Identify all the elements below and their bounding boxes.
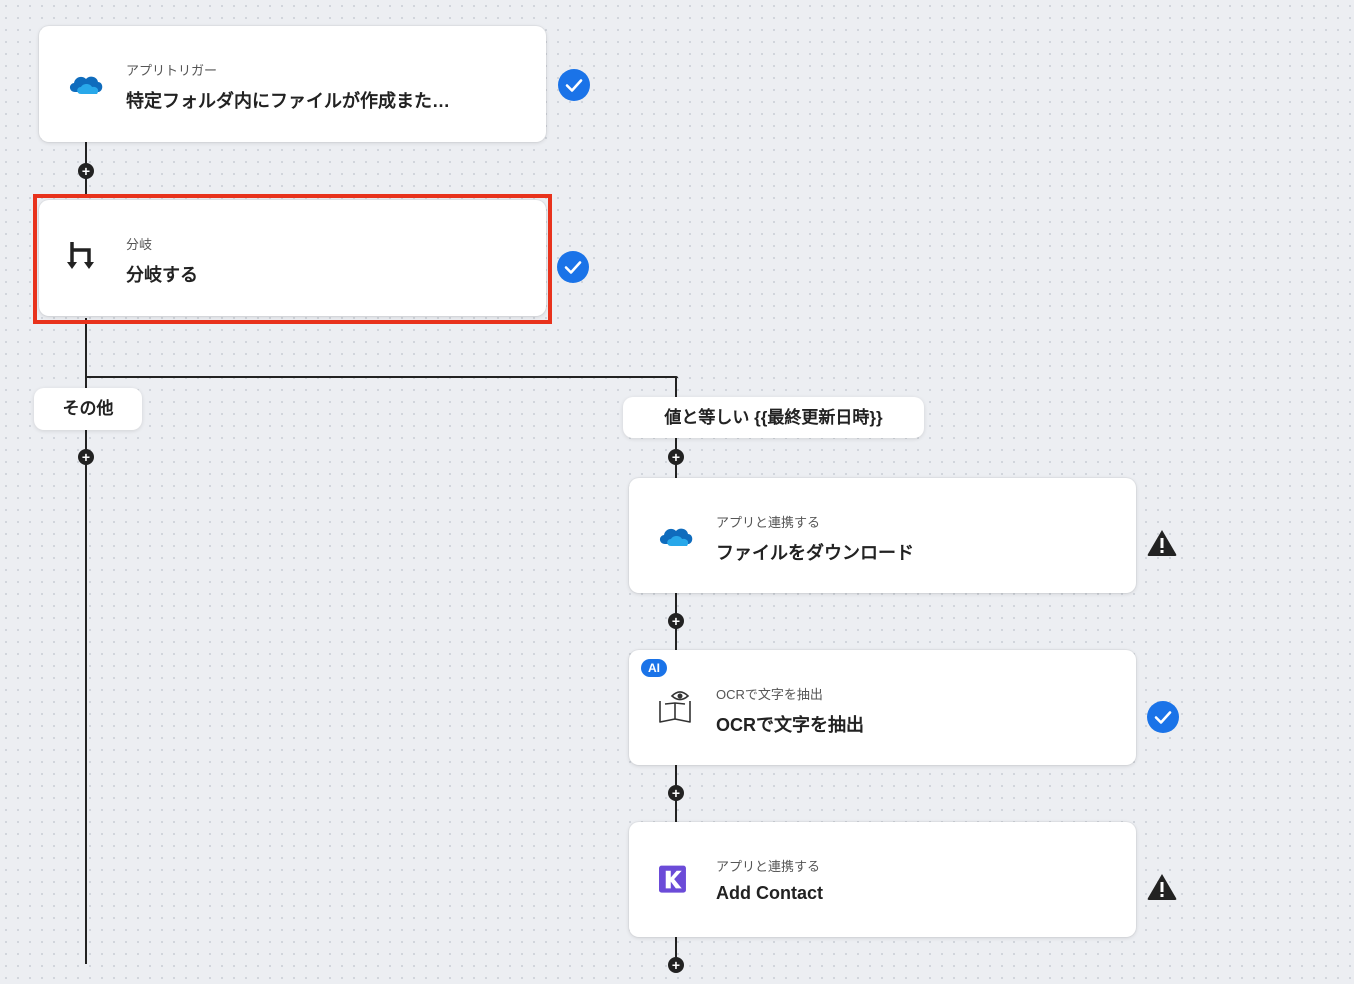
check-icon <box>557 251 589 283</box>
onedrive-icon <box>69 76 103 94</box>
connector-line <box>675 378 677 398</box>
add-contact-step-card[interactable]: アプリと連携する Add Contact <box>629 822 1136 937</box>
step-title: 特定フォルダ内にファイルが作成また… <box>126 91 450 111</box>
warning-icon <box>1147 530 1177 556</box>
branch-step-card[interactable]: 分岐 分岐する <box>39 200 546 316</box>
branch-icon <box>67 242 94 269</box>
step-type-label: アプリと連携する <box>716 859 821 874</box>
branch-label-other[interactable]: その他 <box>34 388 142 430</box>
branch-label-condition[interactable]: 値と等しい {{最終更新日時}} <box>623 397 924 438</box>
step-type-label: アプリと連携する <box>716 515 821 530</box>
warning-icon <box>1147 874 1177 900</box>
add-step-button[interactable]: + <box>668 613 684 629</box>
step-type-label: OCRで文字を抽出 <box>716 687 823 702</box>
connector-line <box>86 376 672 378</box>
ocr-book-icon <box>659 691 691 723</box>
onedrive-icon <box>659 528 693 546</box>
ai-badge: AI <box>641 659 667 677</box>
trigger-step-card[interactable]: アプリトリガー 特定フォルダ内にファイルが作成また… <box>39 26 546 142</box>
step-title: Add Contact <box>716 883 823 903</box>
add-step-button[interactable]: + <box>668 449 684 465</box>
step-type-label: 分岐 <box>126 237 153 252</box>
step-title: 分岐する <box>126 265 198 285</box>
add-step-button[interactable]: + <box>78 449 94 465</box>
add-step-button[interactable]: + <box>668 957 684 973</box>
kintone-k-icon <box>659 865 686 893</box>
step-title: OCRで文字を抽出 <box>716 715 864 735</box>
step-type-label: アプリトリガー <box>126 63 218 78</box>
check-icon <box>558 69 590 101</box>
download-step-card[interactable]: アプリと連携する ファイルをダウンロード <box>629 478 1136 593</box>
ocr-step-card[interactable]: AI OCRで文字を抽出 OCRで文字を抽出 <box>629 650 1136 765</box>
step-title: ファイルをダウンロード <box>716 543 914 563</box>
add-step-button[interactable]: + <box>668 785 684 801</box>
add-step-button[interactable]: + <box>78 163 94 179</box>
check-icon <box>1147 701 1179 733</box>
